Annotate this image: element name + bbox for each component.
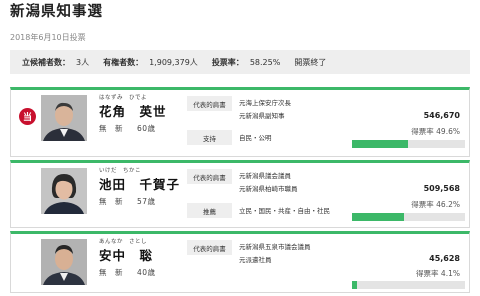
candidate-name: 池田 千賀子 [99, 177, 181, 192]
vote-count: 546,670 [423, 111, 460, 120]
candidate-card: 当 はなずみ ひでよ 花角 英世 無 新 60歳 代表的肩書 元海上保安庁次長 元… [10, 87, 470, 157]
career-line-2: 元新潟県副知事 [239, 112, 285, 120]
page-title: 新潟県知事選 [10, 4, 103, 20]
career-label: 代表的肩書 [187, 96, 232, 111]
vote-count: 509,568 [423, 184, 460, 193]
candidate-card: あんなか さとし 安中 聡 無 新 40歳 代表的肩書 元新潟県五泉市議会議員 元… [10, 231, 470, 293]
candidate-meta: 無 新 57歳 [99, 197, 156, 206]
career-line-2: 元派遣社員 [239, 256, 272, 264]
candidates-count: 立候補者数： 3人 [22, 57, 90, 67]
candidate-ruby: いけだ ちかこ [99, 168, 142, 174]
candidate-name: 安中 聡 [99, 248, 154, 263]
vote-rate: 得票率 49.6% [411, 127, 460, 136]
vote-rate-bar [352, 140, 465, 148]
candidate-meta: 無 新 60歳 [99, 124, 156, 133]
career-line-1: 元新潟県五泉市議会議員 [239, 243, 311, 251]
candidate-card: いけだ ちかこ 池田 千賀子 無 新 57歳 代表的肩書 元新潟県議会議員 元新潟… [10, 160, 470, 228]
candidate-photo [41, 168, 87, 214]
candidate-ruby: あんなか さとし [99, 239, 148, 245]
career-line-2: 元新潟県柏崎市職員 [239, 185, 298, 193]
career-label: 代表的肩書 [187, 240, 232, 255]
support-label: 推薦 [187, 203, 232, 218]
candidate-photo [41, 239, 87, 285]
support-parties: 立民・国民・共産・自由・社民 [239, 207, 330, 215]
vote-count: 45,628 [429, 254, 460, 263]
voters-count: 有権者数： 1,909,379人 [103, 57, 198, 67]
summary-bar: 立候補者数： 3人 有権者数： 1,909,379人 投票率： 58.25% 開票終了 [10, 50, 470, 74]
vote-rate-fill [352, 281, 357, 289]
vote-rate: 得票率 46.2% [411, 200, 460, 209]
count-status: 開票終了 [294, 57, 327, 67]
career-label: 代表的肩書 [187, 169, 232, 184]
turnout: 投票率： 58.25% [211, 57, 281, 67]
vote-rate: 得票率 4.1% [416, 269, 460, 278]
vote-rate-bar [352, 213, 465, 221]
career-line-1: 元新潟県議会議員 [239, 172, 291, 180]
election-date: 2018年6月10日投票 [10, 33, 86, 42]
support-parties: 自民・公明 [239, 134, 272, 142]
vote-rate-bar [352, 281, 465, 289]
candidate-ruby: はなずみ ひでよ [99, 95, 148, 101]
vote-rate-fill [352, 140, 409, 148]
candidate-photo [41, 95, 87, 141]
elected-badge: 当 [19, 108, 36, 125]
candidate-meta: 無 新 40歳 [99, 268, 156, 277]
support-label: 支持 [187, 130, 232, 145]
candidate-name: 花角 英世 [99, 104, 167, 119]
career-line-1: 元海上保安庁次長 [239, 99, 291, 107]
vote-rate-fill [352, 213, 405, 221]
